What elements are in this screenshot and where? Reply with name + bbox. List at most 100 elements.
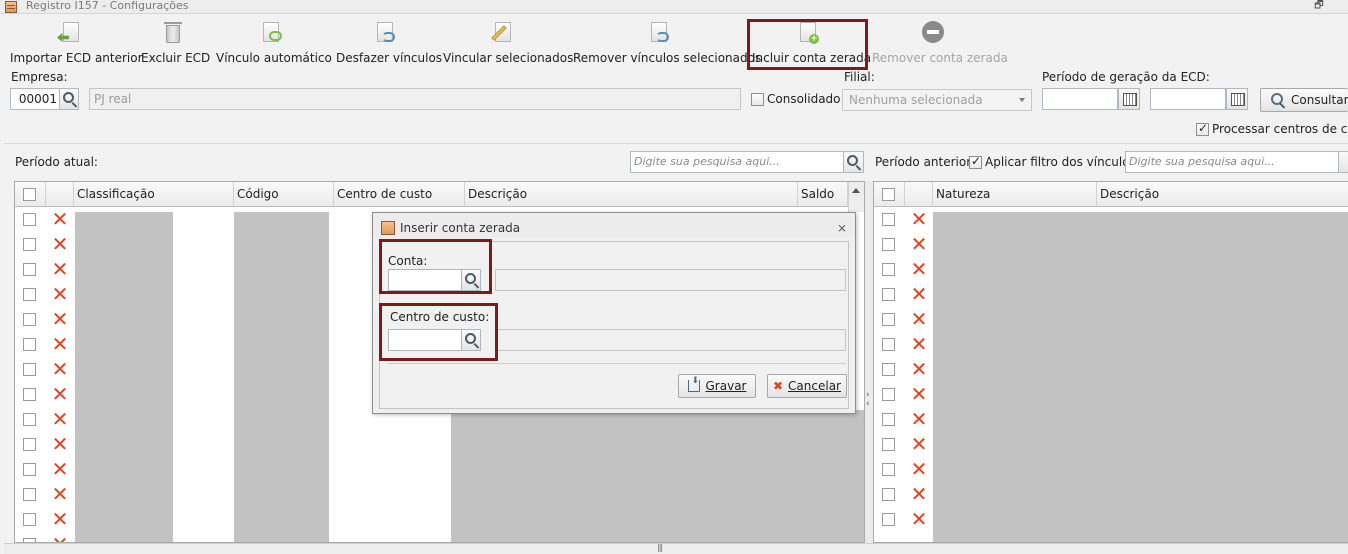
delete-row-icon[interactable]: ✕	[910, 384, 928, 404]
row-checkbox[interactable]	[23, 363, 36, 376]
delete-ecd-button[interactable]: Excluir ECD	[141, 19, 210, 65]
delete-row-icon[interactable]: ✕	[51, 409, 69, 429]
gravar-button[interactable]: ⬇ Gravar	[678, 374, 756, 398]
aplicar-filtro-checkbox[interactable]	[969, 154, 982, 169]
delete-row-icon[interactable]: ✕	[910, 459, 928, 479]
col-header-codigo[interactable]: Código	[234, 182, 334, 206]
toolbar-highlight	[747, 19, 868, 70]
calendar-icon[interactable]	[1226, 88, 1248, 110]
col-header-descricao[interactable]: Descrição	[465, 182, 798, 206]
delete-row-icon[interactable]: ✕	[51, 234, 69, 254]
remove-zeroed-account-button[interactable]: Remover conta zerada	[872, 19, 1008, 65]
delete-row-icon[interactable]: ✕	[51, 309, 69, 329]
scroll-up-icon[interactable]	[852, 188, 860, 193]
row-checkbox[interactable]	[23, 438, 36, 451]
consolidado-checkbox[interactable]	[751, 93, 764, 106]
row-checkbox[interactable]	[23, 463, 36, 476]
row-checkbox[interactable]	[882, 363, 895, 376]
empresa-search-button[interactable]	[59, 88, 79, 110]
scroll-grip-icon[interactable]: |||	[657, 543, 663, 552]
delete-row-icon[interactable]: ✕	[51, 384, 69, 404]
delete-row-icon[interactable]: ✕	[51, 459, 69, 479]
delete-row-icon[interactable]: ✕	[910, 359, 928, 379]
col-header-saldo[interactable]: Saldo	[798, 182, 848, 206]
remove-selected-links-button[interactable]: Remover vínculos selecionados	[573, 19, 761, 65]
row-checkbox[interactable]	[882, 488, 895, 501]
delete-row-icon[interactable]: ✕	[51, 209, 69, 229]
import-ecd-button[interactable]: Importar ECD anterior	[10, 19, 143, 65]
filial-select[interactable]: Nenhuma selecionada	[842, 89, 1032, 111]
delete-row-icon[interactable]: ✕	[910, 434, 928, 454]
calendar-icon[interactable]	[1118, 88, 1140, 110]
empresa-name-field: PJ real	[89, 88, 741, 110]
row-checkbox[interactable]	[23, 313, 36, 326]
delete-row-icon[interactable]: ✕	[910, 409, 928, 429]
row-checkbox[interactable]	[882, 288, 895, 301]
delete-row-icon[interactable]: ✕	[51, 534, 69, 542]
col-header-natureza[interactable]: Natureza	[933, 182, 1097, 206]
delete-row-icon[interactable]: ✕	[910, 284, 928, 304]
delete-row-icon[interactable]: ✕	[910, 209, 928, 229]
delete-row-icon[interactable]: ✕	[910, 309, 928, 329]
delete-row-icon[interactable]: ✕	[51, 334, 69, 354]
row-checkbox[interactable]	[23, 288, 36, 301]
row-checkbox[interactable]	[23, 488, 36, 501]
left-search-input[interactable]: Digite sua pesquisa aqui...	[630, 151, 844, 173]
processar-centros-checkbox[interactable]	[1196, 121, 1209, 136]
consultar-button[interactable]: Consultar	[1260, 88, 1348, 112]
periodo-start-field[interactable]	[1042, 88, 1118, 110]
cancelar-button[interactable]: ✖ Cancelar	[767, 374, 847, 398]
right-search-button[interactable]	[1338, 151, 1348, 173]
undo-link-icon	[373, 21, 395, 45]
row-checkbox[interactable]	[23, 263, 36, 276]
row-checkbox[interactable]	[882, 388, 895, 401]
row-checkbox[interactable]	[882, 413, 895, 426]
select-all-checkbox[interactable]	[23, 188, 36, 201]
col-header-centro-custo[interactable]: Centro de custo	[334, 182, 465, 206]
row-checkbox[interactable]	[882, 513, 895, 526]
close-icon[interactable]: ⨯	[837, 221, 847, 235]
delete-row-icon[interactable]: ✕	[51, 509, 69, 529]
row-checkbox[interactable]	[23, 213, 36, 226]
col-header-descricao[interactable]: Descrição	[1097, 182, 1348, 206]
restore-window-icon[interactable]: 🗗	[1312, 0, 1326, 12]
link-selected-button[interactable]: Vincular selecionados	[443, 19, 573, 65]
row-checkbox[interactable]	[23, 388, 36, 401]
title-bar: Registro I157 - Configurações 🗗	[0, 0, 1348, 14]
col-header-classificacao[interactable]: Classificação	[74, 182, 234, 206]
delete-row-icon[interactable]: ✕	[910, 234, 928, 254]
left-vertical-scrollbar[interactable]	[848, 182, 864, 212]
row-checkbox[interactable]	[23, 413, 36, 426]
row-checkbox[interactable]	[882, 338, 895, 351]
select-all-checkbox[interactable]	[882, 188, 895, 201]
auto-link-button[interactable]: Vínculo automático	[216, 19, 332, 65]
delete-row-icon[interactable]: ✕	[51, 359, 69, 379]
aplicar-filtro-label: Aplicar filtro dos vínculos	[985, 155, 1136, 169]
delete-row-icon[interactable]: ✕	[51, 434, 69, 454]
left-search-button[interactable]	[843, 151, 864, 173]
delete-row-icon[interactable]: ✕	[51, 484, 69, 504]
right-search-input[interactable]: Digite sua pesquisa aqui...	[1125, 151, 1339, 173]
row-checkbox[interactable]	[882, 238, 895, 251]
row-checkbox[interactable]	[882, 213, 895, 226]
delete-row-icon[interactable]: ✕	[51, 259, 69, 279]
row-checkbox[interactable]	[882, 438, 895, 451]
delete-row-icon[interactable]: ✕	[51, 284, 69, 304]
delete-row-icon[interactable]: ✕	[910, 259, 928, 279]
panel-splitter[interactable]: › ‹	[865, 181, 873, 543]
undo-links-button[interactable]: Desfazer vínculos	[336, 19, 442, 65]
row-checkbox[interactable]	[23, 513, 36, 526]
row-checkbox[interactable]	[23, 238, 36, 251]
processar-centros-label: Processar centros de custo	[1212, 122, 1348, 136]
delete-row-icon[interactable]: ✕	[910, 484, 928, 504]
row-checkbox[interactable]	[882, 263, 895, 276]
periodo-end-field[interactable]	[1150, 88, 1226, 110]
delete-row-icon[interactable]: ✕	[910, 509, 928, 529]
horizontal-scrollbar[interactable]: |||	[4, 543, 1348, 554]
row-checkbox[interactable]	[882, 463, 895, 476]
row-checkbox[interactable]	[23, 338, 36, 351]
spreadsheet-icon	[381, 221, 395, 235]
empresa-code-field[interactable]: 00001	[10, 88, 60, 110]
row-checkbox[interactable]	[882, 313, 895, 326]
delete-row-icon[interactable]: ✕	[910, 334, 928, 354]
